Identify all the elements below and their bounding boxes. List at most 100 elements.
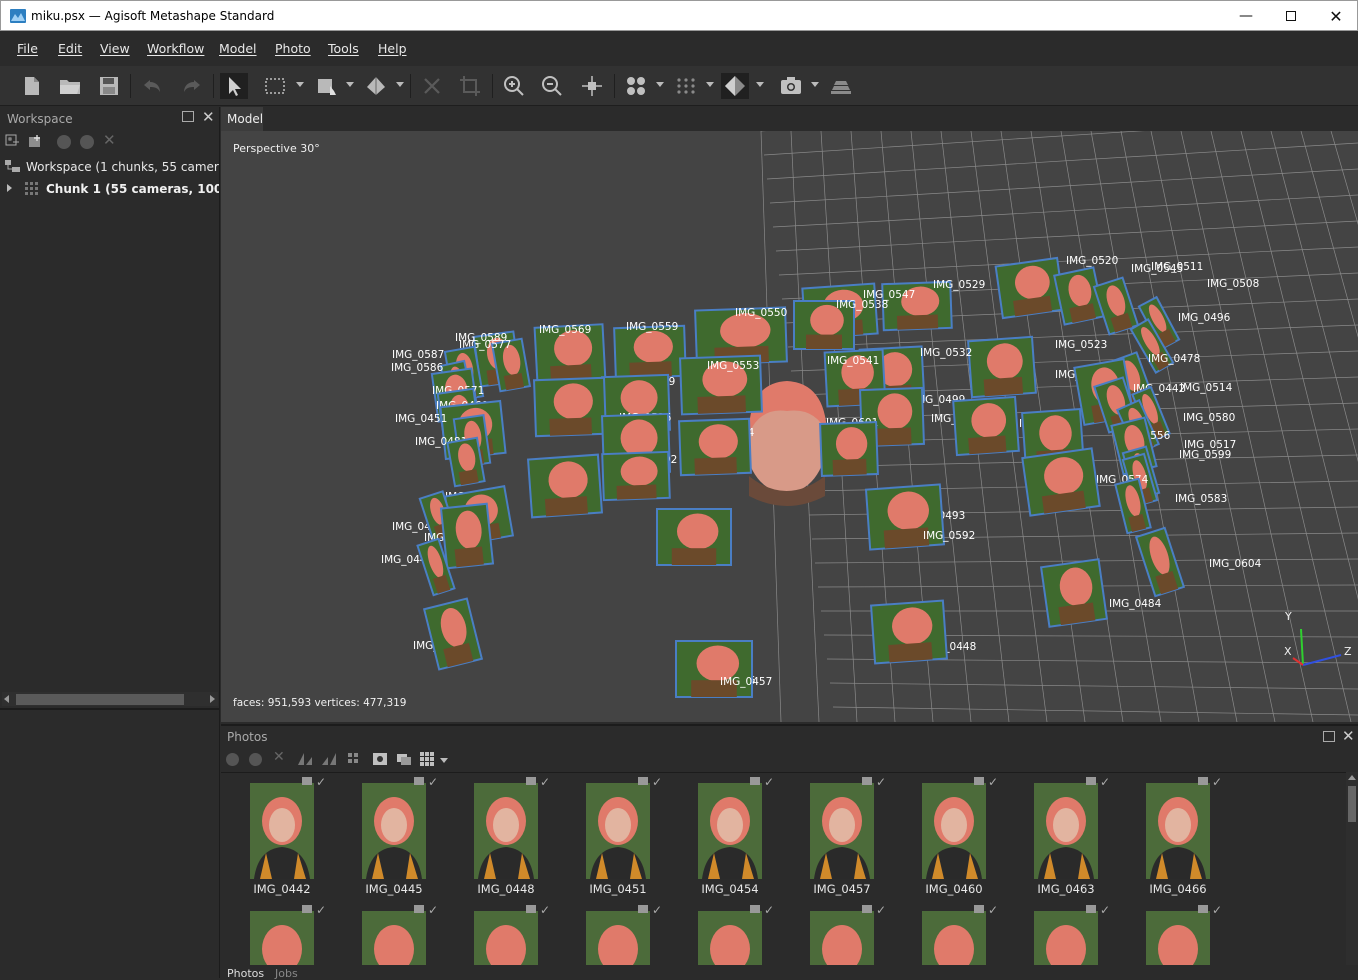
photos-scroll-thumb[interactable]	[1348, 786, 1356, 822]
add-photos-icon[interactable]	[27, 134, 43, 150]
float-panel-icon[interactable]	[182, 111, 194, 122]
masks-icon[interactable]	[347, 751, 365, 767]
check-icon: ✓	[988, 903, 999, 917]
show-image-icon[interactable]	[372, 751, 388, 767]
check-icon: ✓	[1212, 775, 1223, 789]
tab-photos[interactable]: Photos	[227, 967, 264, 980]
expand-arrow-icon[interactable]	[7, 184, 12, 192]
new-button[interactable]	[18, 73, 46, 99]
show-cameras-button[interactable]	[777, 73, 805, 99]
menu-help[interactable]: Help	[378, 41, 407, 56]
crop-selection-button[interactable]	[456, 73, 484, 99]
workspace-header: Workspace ✕	[0, 107, 220, 129]
menu-model[interactable]: Model	[219, 41, 257, 56]
save-button[interactable]	[95, 73, 123, 99]
redo-button[interactable]	[177, 73, 205, 99]
delete-selection-button[interactable]	[418, 73, 446, 99]
view-image-icon[interactable]	[396, 751, 412, 767]
scroll-right-icon[interactable]	[210, 695, 215, 703]
photos-grid: ✓ IMG_0442 ✓ IMG_0445 ✓ IMG_0448 ✓ IMG_0451 ✓ IMG…	[221, 772, 1346, 965]
maximize-button[interactable]	[1268, 1, 1314, 31]
photos-panel: Photos ✕ ✕ ✓ IMG_0442 ✓ IMG_0445 ✓ IMG_0448 ✓ I…	[221, 724, 1358, 980]
disable-icon[interactable]	[80, 135, 94, 149]
camera-frame[interactable]	[952, 395, 1020, 457]
workspace-hscroll[interactable]	[2, 692, 218, 706]
show-points-button[interactable]	[622, 73, 650, 99]
camera-frame[interactable]	[819, 421, 879, 477]
model-viewport[interactable]: IMG_0520 IMG_0545 IMG_0511 IMG_0508 IMG_0529…	[221, 131, 1358, 722]
camera-frame[interactable]	[1039, 558, 1109, 628]
camera-frame[interactable]	[533, 376, 607, 438]
workspace-panel: Workspace ✕ ✕ Workspace (1 chunks, 55 ca…	[0, 107, 220, 708]
camera-label: IMG_0583	[1175, 493, 1227, 505]
menu-edit[interactable]: Edit	[58, 41, 82, 56]
camera-frame[interactable]	[439, 502, 495, 570]
camera-frame[interactable]	[678, 417, 752, 477]
photo-label: IMG_0460	[925, 882, 983, 896]
camera-frame[interactable]	[869, 599, 949, 665]
rotate-left-icon[interactable]	[296, 751, 314, 767]
menu-photo[interactable]: Photo	[275, 41, 311, 56]
model-shaded-icon	[725, 76, 745, 96]
close-button[interactable]: ✕	[1313, 1, 1358, 31]
camera-frame[interactable]	[1092, 276, 1140, 336]
camera-frame[interactable]	[601, 450, 671, 502]
scroll-up-icon[interactable]	[1348, 775, 1356, 780]
float-photos-icon[interactable]	[1323, 731, 1335, 742]
photo-image	[250, 911, 314, 965]
photo-image	[250, 783, 314, 879]
camera-frame[interactable]	[613, 324, 687, 380]
camera-frame[interactable]	[526, 453, 604, 519]
show-model-button[interactable]	[721, 73, 749, 99]
reset-view-icon	[582, 76, 602, 96]
check-icon: ✓	[428, 775, 439, 789]
navigation-tool-button[interactable]	[220, 73, 248, 99]
zoom-out-button[interactable]	[538, 73, 566, 99]
menu-tools[interactable]: Tools	[328, 41, 359, 56]
scroll-left-icon[interactable]	[4, 695, 9, 703]
menu-workflow[interactable]: Workflow	[147, 41, 204, 56]
camera-frame[interactable]	[422, 597, 484, 671]
add-chunk-icon[interactable]	[5, 134, 21, 150]
camera-frame[interactable]	[967, 335, 1037, 399]
scene-canvas[interactable]: IMG_0520IMG_0545IMG_0511IMG_0508IMG_0529…	[221, 131, 1358, 722]
camera-frame[interactable]	[994, 256, 1066, 320]
workspace-root-item[interactable]: Workspace (1 chunks, 55 cameras)	[5, 157, 219, 177]
disable-camera-icon[interactable]	[249, 753, 262, 766]
thumbnail-view-icon[interactable]	[419, 751, 435, 767]
show-dense-cloud-button[interactable]	[672, 73, 700, 99]
tab-jobs[interactable]: Jobs	[275, 967, 298, 980]
enable-icon[interactable]	[57, 135, 71, 149]
enable-camera-icon[interactable]	[226, 753, 239, 766]
camera-frame[interactable]	[446, 436, 486, 488]
resize-region-button[interactable]	[313, 73, 341, 99]
scroll-thumb[interactable]	[16, 694, 184, 705]
rectangle-selection-icon	[265, 78, 285, 94]
camera-frame[interactable]	[675, 640, 753, 698]
close-icon: ✕	[1329, 6, 1343, 26]
reset-view-button[interactable]	[578, 73, 606, 99]
chunk-item[interactable]: Chunk 1 (55 cameras, 100,536 points)	[5, 179, 219, 199]
show-region-button[interactable]	[827, 73, 855, 99]
title-bar: miku.psx — Agisoft Metashape Standard — …	[0, 0, 1358, 31]
zoom-in-button[interactable]	[500, 73, 528, 99]
close-panel-icon[interactable]: ✕	[202, 108, 215, 126]
view-mode-dropdown-icon[interactable]	[440, 758, 448, 763]
menu-view[interactable]: View	[100, 41, 130, 56]
photos-vscroll[interactable]	[1346, 772, 1358, 965]
rectangle-selection-button[interactable]	[261, 73, 289, 99]
photo-status-badge	[638, 777, 648, 785]
camera-frame[interactable]	[1021, 447, 1101, 517]
camera-frame[interactable]	[656, 508, 732, 566]
undo-button[interactable]	[139, 73, 167, 99]
rotate-right-icon[interactable]	[320, 751, 338, 767]
minimize-button[interactable]: —	[1223, 1, 1269, 31]
close-photos-icon[interactable]: ✕	[1342, 727, 1355, 745]
photo-status-badge	[974, 905, 984, 913]
menu-file[interactable]: File	[17, 41, 38, 56]
open-button[interactable]	[56, 73, 84, 99]
tab-model[interactable]: Model	[221, 107, 263, 131]
rotate-object-button[interactable]	[362, 73, 390, 99]
remove-item-icon[interactable]: ✕	[103, 131, 116, 149]
remove-camera-icon[interactable]: ✕	[273, 749, 285, 765]
